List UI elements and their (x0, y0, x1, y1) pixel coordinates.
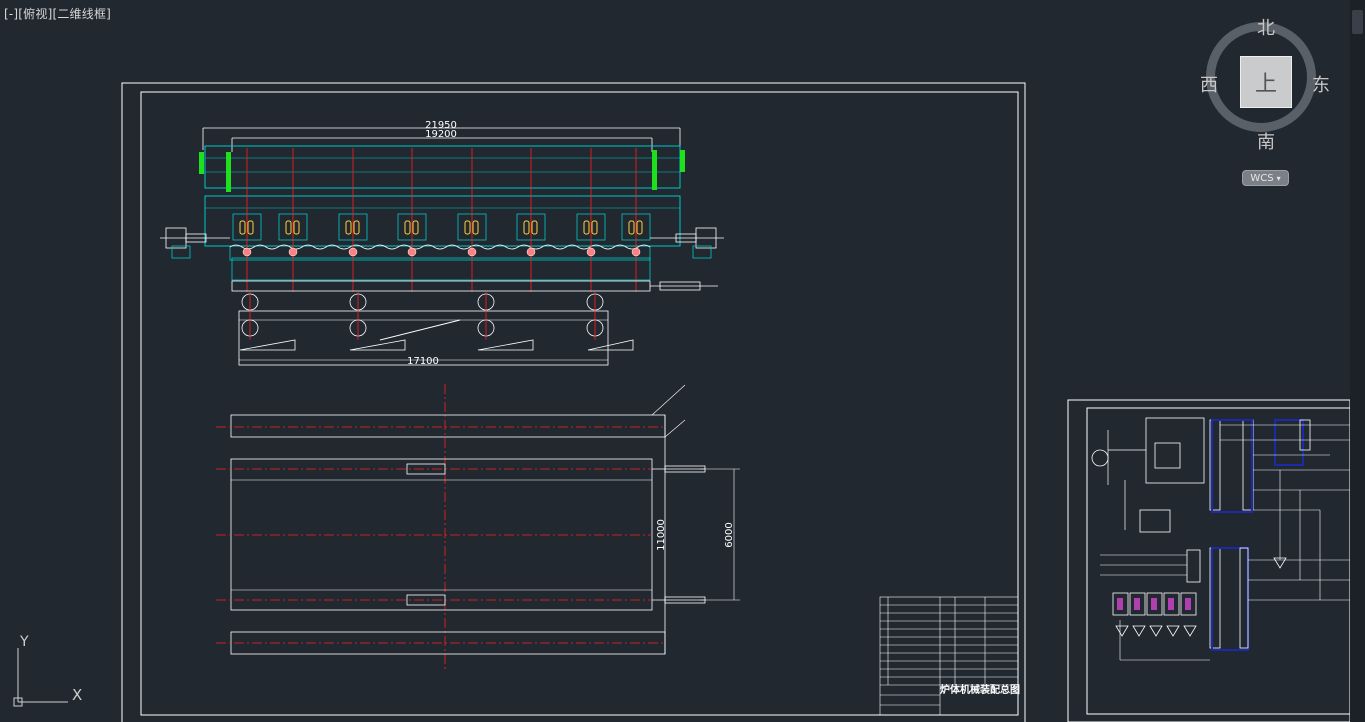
wcs-label: WCS (1250, 172, 1274, 184)
ucs-icon (13, 648, 68, 707)
viewcube[interactable]: 上 北 南 东 西 (1198, 14, 1334, 158)
chevron-down-icon: ▾ (1276, 173, 1281, 183)
dim-base-length: 17100 (407, 356, 439, 367)
wcs-menu-button[interactable]: WCS ▾ (1242, 170, 1289, 186)
front-elevation-view: 21950 19200 17100 (160, 120, 724, 367)
title-block (879, 596, 1019, 716)
compass-west[interactable]: 西 (1200, 71, 1218, 97)
ucs-y-label: Y (20, 634, 29, 650)
scrollbar-thumb[interactable] (1352, 10, 1363, 34)
sheet-inner-frame (140, 91, 1019, 716)
schematic-sheet (1067, 399, 1351, 722)
compass-south[interactable]: 南 (1257, 128, 1275, 154)
sheet-outer-frame (121, 82, 1026, 722)
title-block-title: 炉体机械装配总图 (940, 683, 1020, 696)
plan-view: 11000 6000 (216, 384, 740, 670)
viewcube-top-face[interactable]: 上 (1240, 56, 1292, 108)
dim-width: 11000 (656, 519, 667, 551)
vertical-scrollbar[interactable] (1350, 0, 1365, 722)
compass-east[interactable]: 东 (1312, 71, 1330, 97)
viewport-label[interactable]: [-][俯视][二维线框] (4, 5, 111, 22)
compass-north[interactable]: 北 (1257, 14, 1275, 40)
drawing-canvas[interactable]: 21950 19200 17100 11000 6000 炉体机械装配总图 (0, 0, 1365, 722)
dim-inner-length: 19200 (425, 129, 457, 140)
ucs-x-label: X (72, 686, 83, 704)
dim-span: 6000 (724, 522, 735, 547)
